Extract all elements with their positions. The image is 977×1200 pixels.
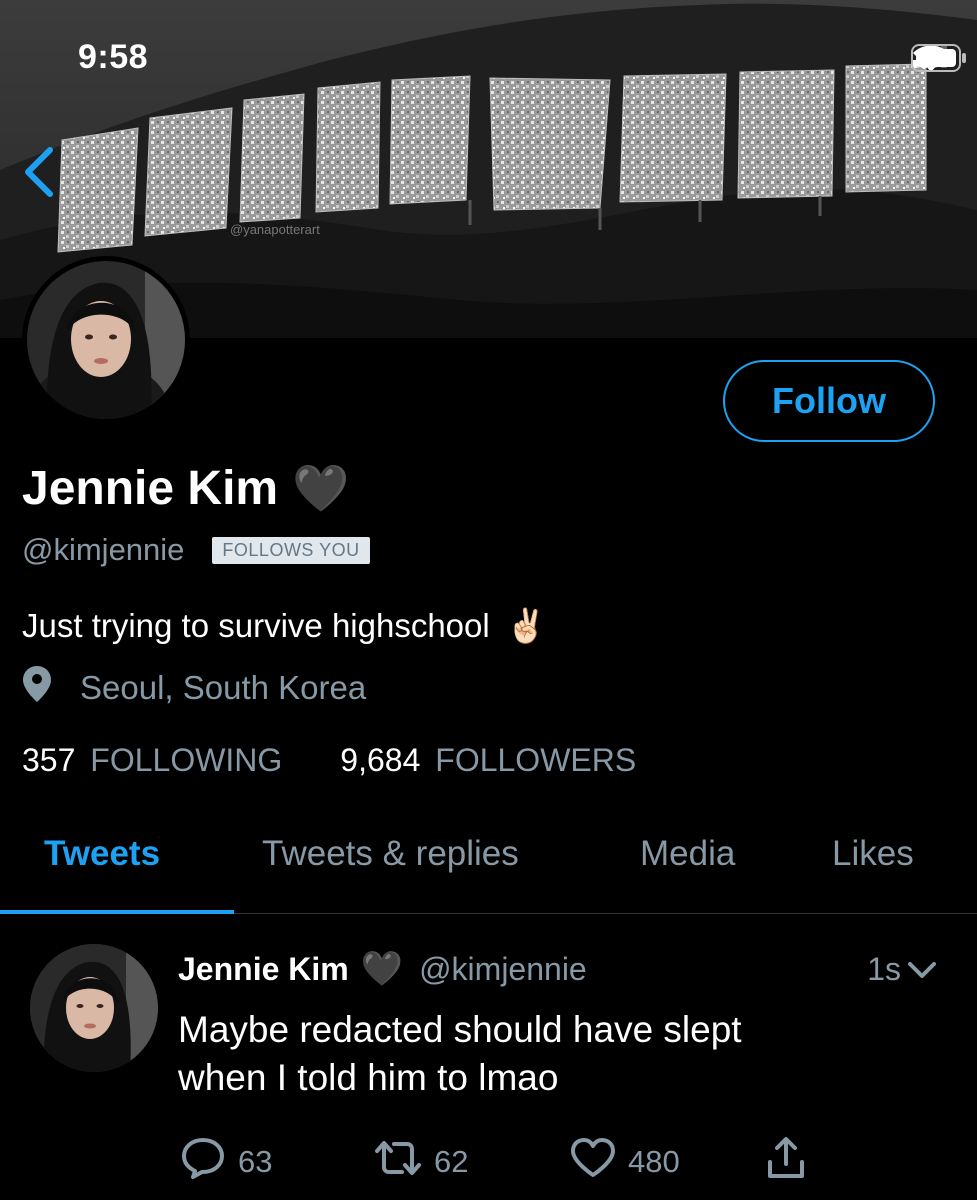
tweet-text-line: Maybe redacted should have slept xyxy=(178,1009,742,1050)
tweet-actions: 63 62 480 xyxy=(178,1136,818,1188)
followers-stat[interactable]: 9,684 FOLLOWERS xyxy=(340,742,636,779)
tweet-text: Maybe redacted should have slept when I … xyxy=(178,1006,938,1102)
follows-you-badge: FOLLOWS YOU xyxy=(212,536,370,564)
location-text: Seoul, South Korea xyxy=(80,669,367,706)
profile-handle: @kimjennie xyxy=(22,532,185,567)
tweet-avatar-photo xyxy=(30,944,158,1072)
profile-avatar[interactable] xyxy=(22,256,190,424)
follow-button[interactable]: Follow xyxy=(723,360,935,442)
tweet-author-name[interactable]: Jennie Kim xyxy=(178,951,349,988)
share-icon xyxy=(766,1136,806,1188)
black-heart-emoji: 🖤 xyxy=(360,950,404,988)
retweet-button[interactable]: 62 xyxy=(374,1138,468,1186)
tweet-header: Jennie Kim 🖤 @kimjennie xyxy=(178,948,587,990)
profile-stats: 357 FOLLOWING 9,684 FOLLOWERS xyxy=(22,738,636,782)
following-label: FOLLOWING xyxy=(90,741,283,778)
handle-row: @kimjennie FOLLOWS YOU xyxy=(22,530,370,570)
tweet-time-row: 1s xyxy=(867,948,937,990)
tweet-avatar[interactable] xyxy=(30,944,158,1072)
tweet-timestamp: 1s xyxy=(867,950,901,987)
reply-icon xyxy=(180,1137,226,1187)
reply-button[interactable]: 63 xyxy=(180,1138,272,1186)
black-heart-emoji: 🖤 xyxy=(292,462,350,514)
tweet-text-line: when I told him to lmao xyxy=(178,1057,559,1098)
like-button[interactable]: 480 xyxy=(570,1138,680,1186)
share-button[interactable] xyxy=(766,1136,806,1188)
like-count: 480 xyxy=(628,1144,680,1179)
location-pin-icon xyxy=(22,665,52,711)
profile-display-name: Jennie Kim 🖤 xyxy=(22,458,349,518)
retweet-count: 62 xyxy=(434,1144,469,1179)
chevron-down-icon[interactable] xyxy=(907,951,937,988)
bio-text: Just trying to survive highschool xyxy=(22,607,490,644)
retweet-icon xyxy=(374,1139,422,1185)
reply-count: 63 xyxy=(238,1144,273,1179)
display-name-text: Jennie Kim xyxy=(22,461,279,515)
tab-likes[interactable]: Likes xyxy=(832,834,914,874)
profile-bio: Just trying to survive highschool ✌🏻 xyxy=(22,603,547,649)
chevron-left-icon xyxy=(25,147,53,197)
victory-hand-emoji: ✌🏻 xyxy=(505,606,547,644)
status-time: 9:58 xyxy=(78,38,149,76)
back-button[interactable] xyxy=(18,142,66,202)
profile-tabs: Tweets Tweets & replies Media Likes xyxy=(0,800,977,914)
tweet-author-handle[interactable]: @kimjennie xyxy=(419,951,587,988)
following-stat[interactable]: 357 FOLLOWING xyxy=(22,742,282,779)
followers-count: 9,684 xyxy=(340,741,421,778)
followers-label: FOLLOWERS xyxy=(435,741,637,778)
tweet-item[interactable]: Jennie Kim 🖤 @kimjennie 1s Maybe redacte… xyxy=(0,914,977,1200)
heart-icon xyxy=(570,1138,616,1186)
profile-location: Seoul, South Korea xyxy=(22,666,366,710)
avatar-photo xyxy=(27,261,185,419)
tab-tweets[interactable]: Tweets xyxy=(44,834,160,874)
tab-media[interactable]: Media xyxy=(640,834,735,874)
tab-tweets-replies[interactable]: Tweets & replies xyxy=(262,834,519,874)
watermark-text: @yanapotterart xyxy=(230,222,320,237)
following-count: 357 xyxy=(22,741,76,778)
